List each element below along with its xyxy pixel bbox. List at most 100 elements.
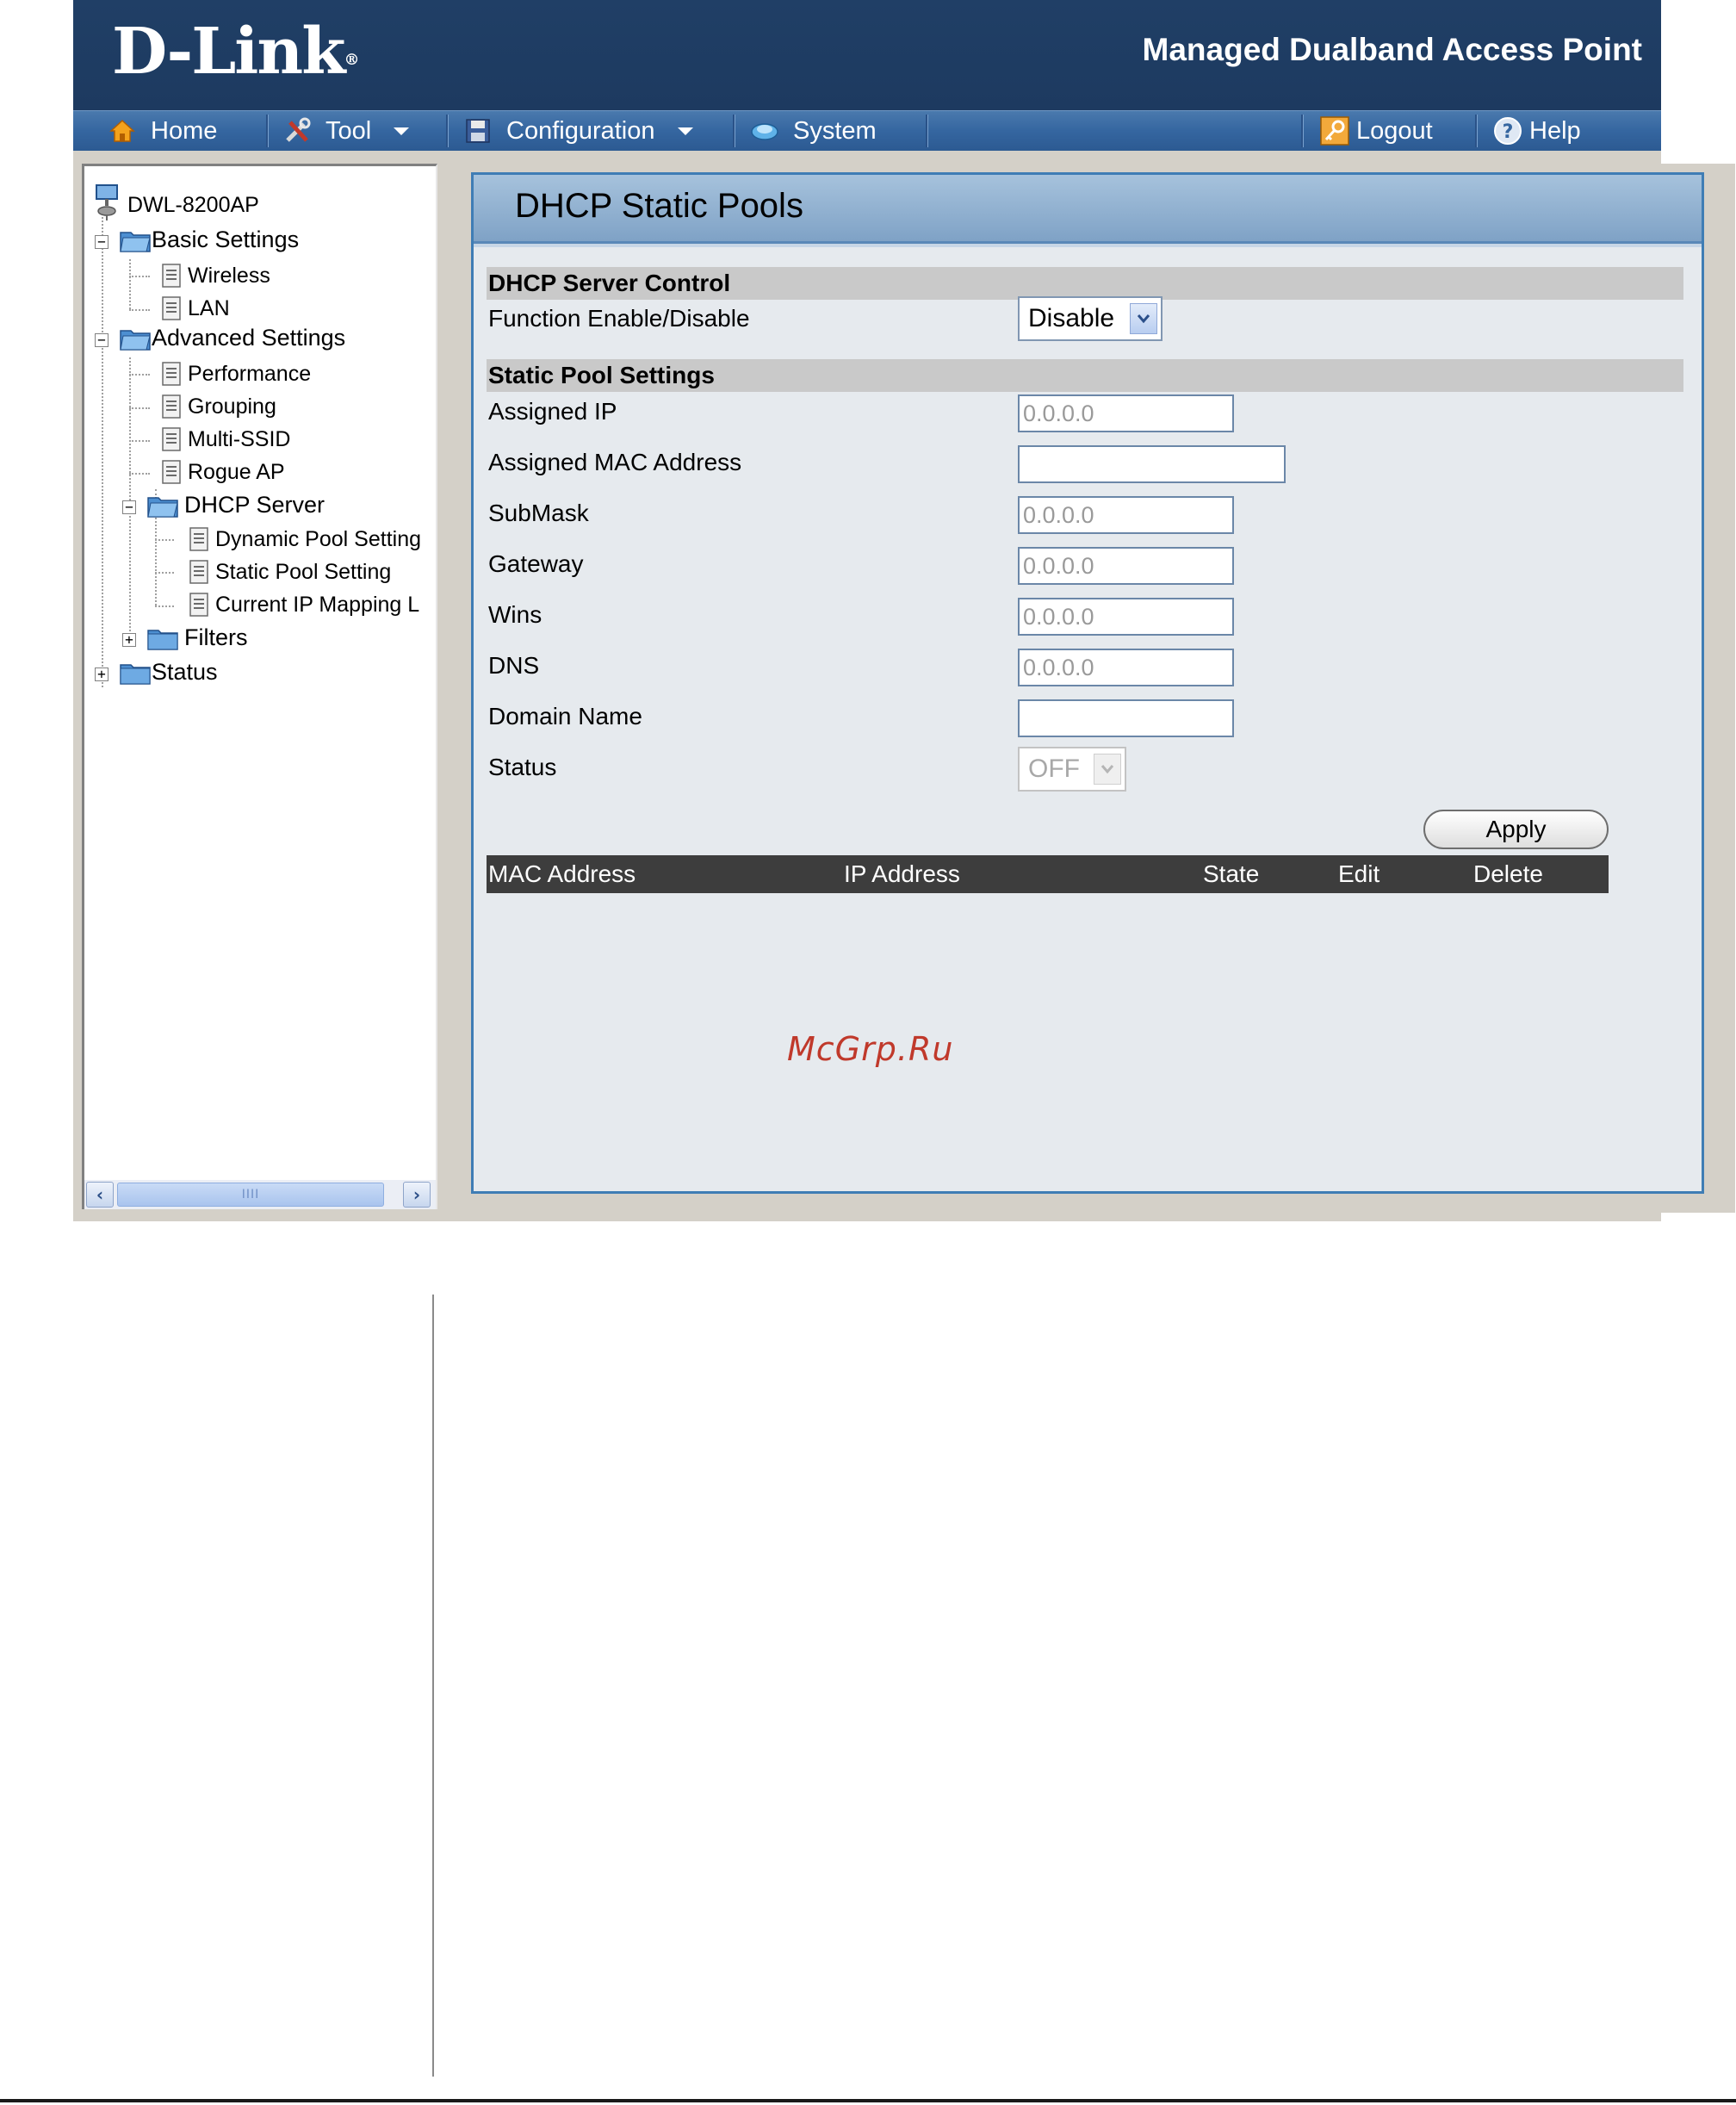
assigned-mac-label: Assigned MAC Address	[488, 449, 742, 475]
menu-separator	[1301, 115, 1304, 147]
wins-input[interactable]: 0.0.0.0	[1018, 598, 1234, 636]
document-icon	[160, 263, 183, 289]
tree-item-advanced-settings[interactable]: Advanced Settings	[119, 325, 345, 351]
chevron-down-icon	[1130, 303, 1157, 334]
tree-item-grouping[interactable]: Grouping	[160, 394, 276, 419]
menu-logout[interactable]: Logout	[1320, 111, 1433, 151]
tree-item-rogue-ap[interactable]: Rogue AP	[160, 459, 285, 485]
tree-horizontal-scrollbar[interactable]: ‹ IIII ›	[84, 1180, 436, 1209]
scroll-right-button[interactable]: ›	[403, 1182, 431, 1208]
tree-collapse-toggle[interactable]: −	[122, 500, 136, 514]
submask-input[interactable]: 0.0.0.0	[1018, 496, 1234, 534]
apply-button[interactable]: Apply	[1423, 810, 1609, 849]
chevron-left-icon: ‹	[96, 1184, 104, 1205]
tree-item-root[interactable]: DWL-8200AP	[93, 183, 259, 227]
column-header-edit: Edit	[1338, 860, 1380, 887]
scrollbar-thumb[interactable]: IIII	[117, 1183, 384, 1207]
assigned-ip-label: Assigned IP	[488, 398, 617, 425]
static-pool-table-header: MAC Address IP Address State Edit Delete	[487, 855, 1609, 893]
tree-item-lan[interactable]: LAN	[160, 295, 230, 321]
tree-collapse-toggle[interactable]: −	[95, 333, 108, 347]
tree-item-current-ip-mapping[interactable]: Current IP Mapping L	[188, 592, 419, 618]
menu-configuration[interactable]: Configuration	[463, 111, 693, 151]
section-header-static-pool-settings: Static Pool Settings	[487, 359, 1683, 392]
menu-tool-label: Tool	[326, 116, 372, 145]
menu-separator	[446, 115, 449, 147]
tree-collapse-toggle[interactable]: −	[95, 235, 108, 249]
function-enable-select[interactable]: Disable	[1018, 296, 1162, 341]
menu-configuration-label: Configuration	[506, 116, 655, 145]
system-icon	[750, 116, 779, 146]
navigation-tree: DWL-8200AP − Basic Settings Wireless LAN…	[84, 166, 436, 1183]
chevron-right-icon: ›	[412, 1184, 421, 1205]
dns-label: DNS	[488, 652, 540, 679]
folder-icon	[146, 625, 179, 651]
dlink-logo: D-Link®	[112, 15, 359, 89]
folder-icon	[119, 326, 152, 351]
menu-help[interactable]: ? Help	[1493, 111, 1581, 151]
menu-home-label: Home	[151, 116, 218, 145]
product-name: Managed Dualband Access Point	[1142, 32, 1642, 67]
section-header-dhcp-server-control: DHCP Server Control	[487, 267, 1683, 300]
folder-icon	[119, 660, 152, 686]
document-icon	[160, 295, 183, 321]
document-icon	[160, 361, 183, 387]
tree-item-dynamic-pool-setting[interactable]: Dynamic Pool Setting	[188, 526, 421, 552]
chevron-down-icon	[1094, 754, 1121, 785]
page-bottom-rule	[0, 2099, 1736, 2102]
status-label: Status	[488, 754, 557, 780]
floppy-disk-icon	[463, 116, 493, 146]
tools-icon	[282, 116, 312, 146]
folder-icon	[119, 227, 152, 253]
tree-expand-toggle[interactable]: +	[95, 668, 108, 681]
tree-item-basic-settings[interactable]: Basic Settings	[119, 227, 299, 253]
tree-item-static-pool-setting[interactable]: Static Pool Setting	[188, 559, 391, 585]
home-icon	[108, 116, 137, 146]
menu-logout-label: Logout	[1356, 116, 1433, 145]
app-header: D-Link® Managed Dualband Access Point	[73, 0, 1661, 110]
tree-item-performance[interactable]: Performance	[160, 361, 311, 387]
menu-bar: Home Tool Configuration System Logout ? …	[73, 110, 1661, 151]
tree-expand-toggle[interactable]: +	[122, 633, 136, 647]
menu-separator	[266, 115, 269, 147]
chevron-down-icon	[394, 127, 410, 135]
domain-name-input[interactable]	[1018, 699, 1234, 737]
menu-system-label: System	[793, 116, 877, 145]
scroll-left-button[interactable]: ‹	[86, 1182, 114, 1208]
main-content: DHCP Static Pools DHCP Server Control Fu…	[456, 164, 1735, 1213]
dhcp-static-pools-panel: DHCP Static Pools DHCP Server Control Fu…	[471, 172, 1704, 1194]
tree-item-filters[interactable]: Filters	[146, 624, 248, 651]
page-title: DHCP Static Pools	[515, 187, 803, 225]
document-icon	[160, 459, 183, 485]
watermark: McGrp.Ru	[787, 1030, 954, 1068]
menu-separator	[926, 115, 928, 147]
assigned-ip-input[interactable]: 0.0.0.0	[1018, 394, 1234, 432]
key-icon	[1320, 116, 1349, 146]
status-select[interactable]: OFF	[1018, 747, 1126, 792]
chevron-down-icon	[677, 127, 693, 135]
column-header-mac-address: MAC Address	[488, 860, 636, 887]
navigation-tree-panel: DWL-8200AP − Basic Settings Wireless LAN…	[82, 164, 437, 1209]
page-divider-line	[432, 1295, 434, 2077]
menu-separator	[1475, 115, 1478, 147]
menu-help-label: Help	[1529, 116, 1581, 145]
domain-name-label: Domain Name	[488, 703, 642, 730]
menu-system[interactable]: System	[750, 111, 877, 151]
tree-item-wireless[interactable]: Wireless	[160, 263, 270, 289]
function-enable-label: Function Enable/Disable	[488, 305, 750, 332]
tree-item-dhcp-server[interactable]: DHCP Server	[146, 492, 325, 518]
gateway-input[interactable]: 0.0.0.0	[1018, 547, 1234, 585]
assigned-mac-input[interactable]	[1018, 445, 1286, 483]
document-icon	[160, 394, 183, 419]
document-icon	[188, 559, 210, 585]
dns-input[interactable]: 0.0.0.0	[1018, 649, 1234, 686]
folder-icon	[146, 493, 179, 518]
menu-tool[interactable]: Tool	[282, 111, 410, 151]
document-icon	[188, 526, 210, 552]
column-header-state: State	[1203, 860, 1260, 887]
menu-separator	[733, 115, 735, 147]
tree-item-multi-ssid[interactable]: Multi-SSID	[160, 426, 290, 452]
tree-item-status[interactable]: Status	[119, 659, 218, 686]
wins-label: Wins	[488, 601, 542, 628]
menu-home[interactable]: Home	[108, 111, 217, 151]
